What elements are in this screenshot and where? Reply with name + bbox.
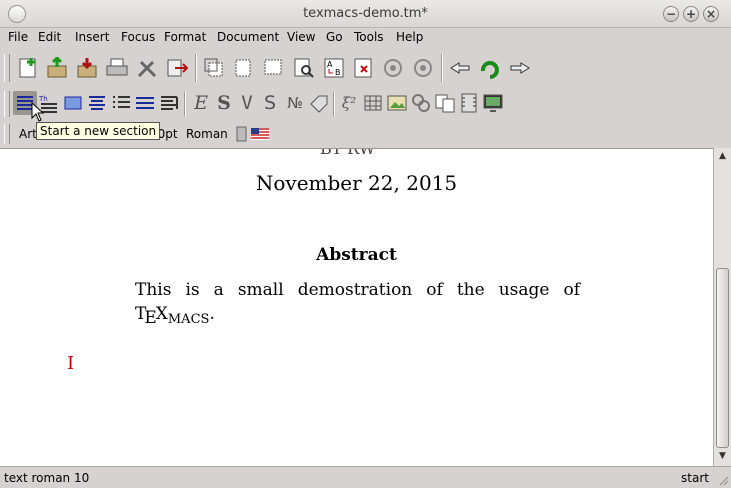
undo-icon[interactable] xyxy=(381,56,405,80)
menu-tools[interactable]: Tools xyxy=(354,30,384,44)
status-bar: text roman 10 start xyxy=(0,466,731,488)
menu-help[interactable]: Help xyxy=(396,30,423,44)
svg-text:A: A xyxy=(327,60,333,69)
scroll-up-icon[interactable]: ▲ xyxy=(716,150,729,163)
structure-toolbar: Th E S V S № ξ² xyxy=(0,88,731,120)
document-canvas[interactable]: BY RW November 22, 2015 Abstract This is… xyxy=(0,148,713,466)
print-icon[interactable] xyxy=(105,56,129,80)
style-selector[interactable]: Art xyxy=(19,127,37,141)
back-icon[interactable] xyxy=(448,56,472,80)
main-toolbar: AB xyxy=(0,48,731,88)
new-document-icon[interactable] xyxy=(16,56,40,80)
save-file-icon[interactable] xyxy=(75,56,99,80)
replace-icon[interactable]: AB xyxy=(322,56,346,80)
title-bar: texmacs-demo.tm* − + × xyxy=(0,0,731,28)
toolbar-grip[interactable] xyxy=(4,124,10,144)
center-block-icon[interactable] xyxy=(61,91,85,115)
menu-go[interactable]: Go xyxy=(326,30,343,44)
verbatim-icon[interactable]: V xyxy=(235,91,259,115)
itemize-icon[interactable] xyxy=(109,91,133,115)
menu-format[interactable]: Format xyxy=(164,30,206,44)
search-icon[interactable] xyxy=(292,56,316,80)
link-icon[interactable] xyxy=(409,91,433,115)
copy-icon[interactable] xyxy=(202,56,226,80)
footnote-icon[interactable] xyxy=(433,91,457,115)
svg-text:B: B xyxy=(335,68,341,77)
font-family-selector[interactable]: Roman xyxy=(186,127,228,141)
enumerate-icon[interactable] xyxy=(133,91,157,115)
menu-insert[interactable]: Insert xyxy=(75,30,109,44)
text-cursor: I xyxy=(67,353,75,374)
abstract-text-line-1: This is a small demostration of the usag… xyxy=(135,280,580,300)
maximize-button[interactable]: + xyxy=(683,6,699,22)
tooltip: Start a new section xyxy=(36,122,161,140)
strong-icon[interactable]: S xyxy=(212,91,236,115)
document-date: November 22, 2015 xyxy=(255,171,458,195)
open-file-icon[interactable] xyxy=(45,56,69,80)
window-title: texmacs-demo.tm* xyxy=(303,6,428,21)
vertical-scrollbar[interactable]: ▲ ▼ xyxy=(713,148,731,466)
scroll-down-icon[interactable]: ▼ xyxy=(716,450,729,463)
menu-edit[interactable]: Edit xyxy=(38,30,61,44)
scrollbar-thumb[interactable] xyxy=(716,268,729,448)
paste-icon[interactable] xyxy=(232,56,256,80)
author-fragment: BY RW xyxy=(320,148,376,158)
emphasize-icon[interactable]: E xyxy=(189,91,213,115)
abstract-text-end: . xyxy=(209,304,215,324)
description-icon[interactable] xyxy=(157,91,181,115)
menu-document[interactable]: Document xyxy=(217,30,279,44)
minimize-button[interactable]: − xyxy=(663,6,679,22)
status-right: start xyxy=(681,471,709,485)
preferences-icon[interactable] xyxy=(135,56,159,80)
export-icon[interactable] xyxy=(165,56,189,80)
menu-view[interactable]: View xyxy=(287,30,315,44)
close-button[interactable]: × xyxy=(703,6,719,22)
sans-serif-icon[interactable]: S xyxy=(258,91,282,115)
texmacs-logo: TEXMACS. xyxy=(135,304,215,328)
status-left: text roman 10 xyxy=(4,471,90,485)
redo-icon[interactable] xyxy=(411,56,435,80)
toolbar-grip[interactable] xyxy=(4,91,10,117)
forward-icon[interactable] xyxy=(508,56,532,80)
image-icon[interactable] xyxy=(385,91,409,115)
resize-grip-icon[interactable] xyxy=(717,474,729,486)
toolbar-grip[interactable] xyxy=(4,54,10,82)
abstract-title: Abstract xyxy=(316,245,397,265)
animation-icon[interactable] xyxy=(457,91,481,115)
label-icon[interactable] xyxy=(307,91,331,115)
menu-file[interactable]: File xyxy=(8,30,28,44)
language-flag-icon[interactable] xyxy=(248,122,272,146)
presentation-icon[interactable] xyxy=(481,91,505,115)
table-icon[interactable] xyxy=(361,91,385,115)
menu-bar: File Edit Insert Focus Format Document V… xyxy=(0,28,731,48)
spell-check-icon[interactable] xyxy=(352,56,376,80)
cut-icon[interactable] xyxy=(261,56,285,80)
reload-icon[interactable] xyxy=(478,56,502,80)
menu-focus[interactable]: Focus xyxy=(121,30,155,44)
number-icon[interactable]: № xyxy=(283,91,307,115)
math-icon[interactable]: ξ² xyxy=(337,91,361,115)
align-justify-icon[interactable] xyxy=(85,91,109,115)
mouse-pointer-icon xyxy=(31,102,45,122)
